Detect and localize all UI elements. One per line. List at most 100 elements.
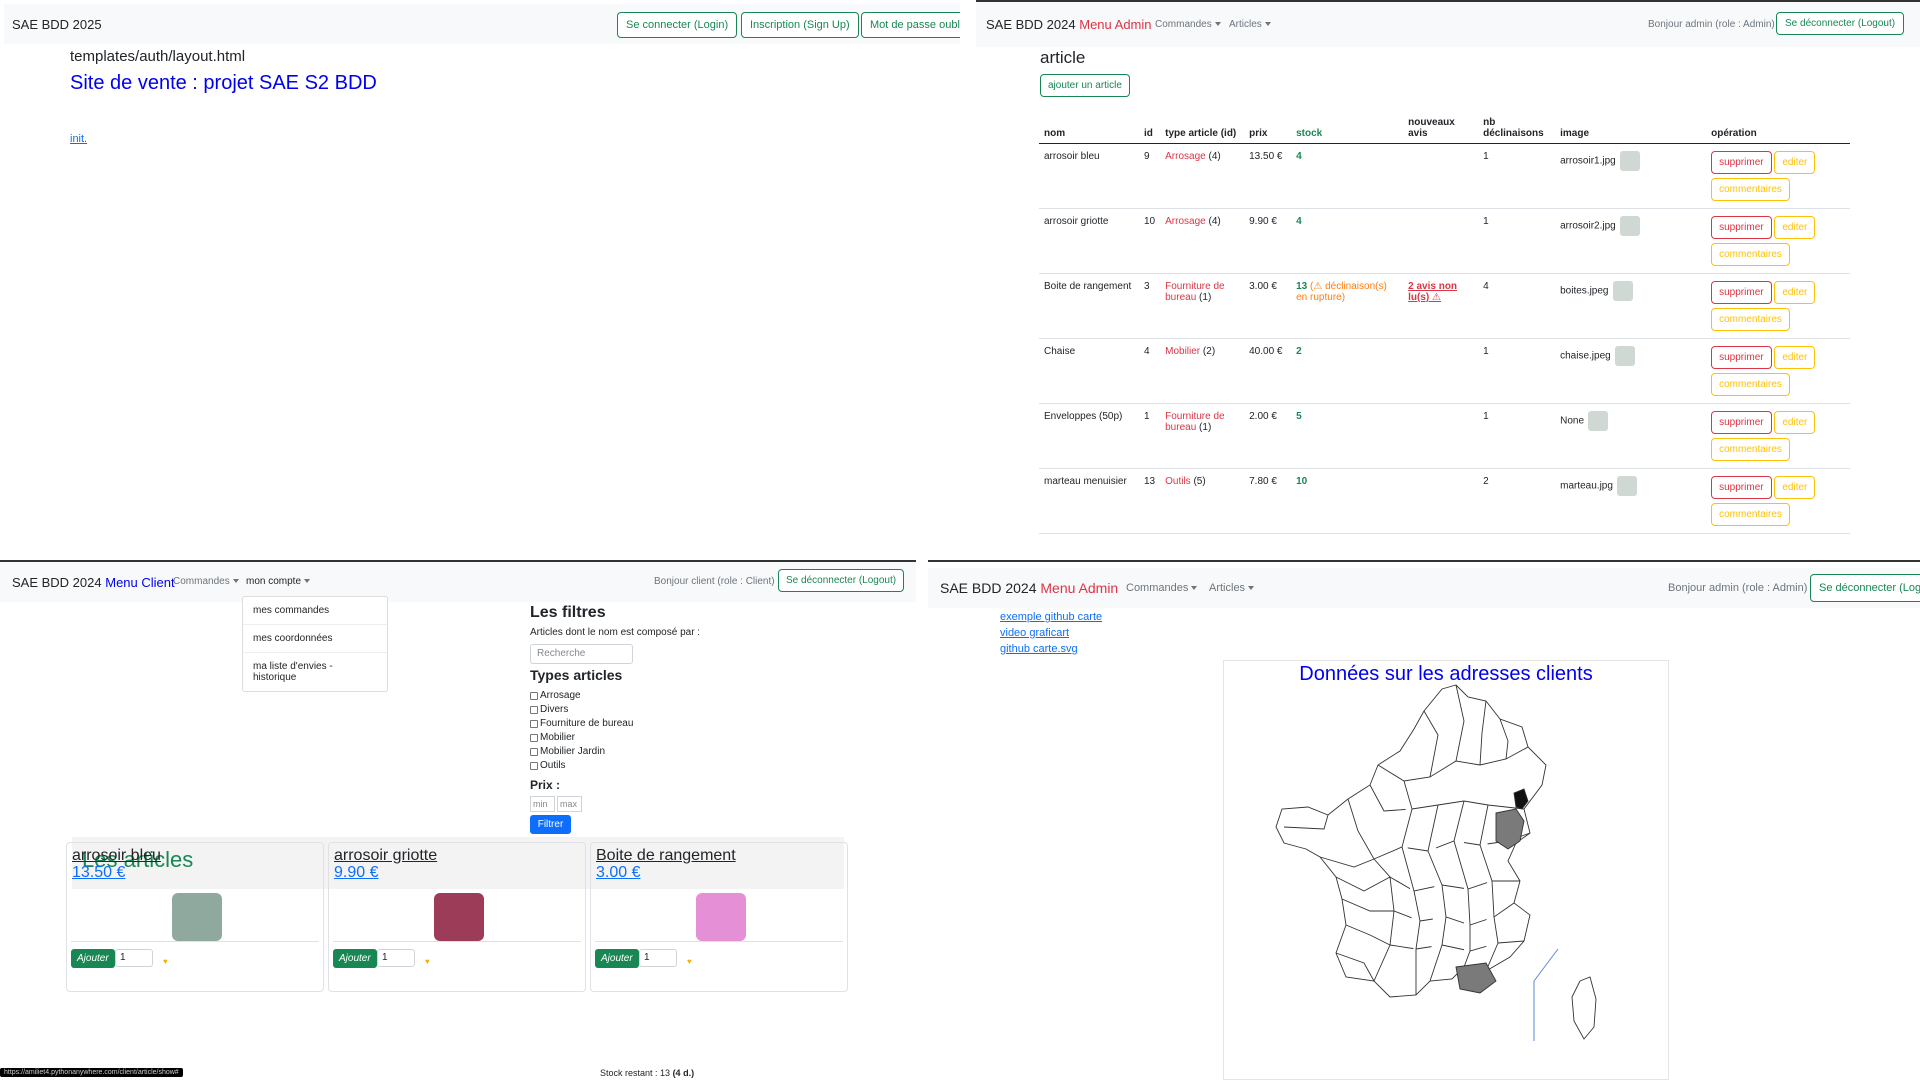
- article-price-link[interactable]: 3.00 €: [596, 864, 640, 882]
- github-map-example-link[interactable]: exemple github carte: [1000, 611, 1102, 623]
- image-filename: boites.jpeg: [1560, 285, 1609, 297]
- table-row: arrosoir bleu 9 Arrosage (4) 13.50 €4 1 arro…: [1039, 143, 1850, 209]
- article-price-link[interactable]: 13.50 €: [72, 864, 125, 882]
- france-departments-map[interactable]: [1224, 681, 1670, 1080]
- logout-button[interactable]: Se déconnecter (Logout): [1810, 574, 1920, 602]
- menu-item-orders[interactable]: mes commandes: [243, 597, 387, 625]
- delete-button[interactable]: supprimer: [1711, 476, 1772, 499]
- delete-button[interactable]: supprimer: [1711, 411, 1772, 434]
- max-placeholder: max: [560, 799, 578, 809]
- cell-avis: [1403, 533, 1479, 540]
- heart-icon[interactable]: ♥: [687, 957, 692, 966]
- type-link[interactable]: Arrosage: [1165, 216, 1206, 227]
- table-row: marteau menuisier 13 Outils (5) 7.80 €10 2m…: [1039, 468, 1850, 534]
- add-to-cart-button[interactable]: Ajouter: [595, 949, 639, 968]
- init-link[interactable]: init.: [70, 133, 87, 145]
- delete-button[interactable]: supprimer: [1711, 216, 1772, 239]
- article-price-link[interactable]: 9.90 €: [334, 864, 378, 882]
- menu-item-wishlist[interactable]: ma liste d'envies - historique: [243, 653, 387, 691]
- article-card: arrosoir griotte 9.90 € Ajouter 1 ♥: [328, 842, 586, 992]
- checkbox[interactable]: [530, 719, 538, 728]
- stock-value: 4: [1296, 151, 1302, 162]
- unread-reviews-link[interactable]: 2 avis non lu(s) ⚠: [1408, 281, 1457, 303]
- add-to-cart-button[interactable]: Ajouter: [71, 949, 115, 968]
- highlighted-region-jura[interactable]: [1495, 808, 1525, 850]
- checkbox[interactable]: [530, 733, 538, 742]
- delete-button[interactable]: supprimer: [1711, 346, 1772, 369]
- card-divider: [71, 941, 319, 942]
- login-button[interactable]: Se connecter (Login): [617, 12, 738, 38]
- checkbox[interactable]: [530, 705, 538, 714]
- type-filter-option[interactable]: Divers: [530, 704, 633, 715]
- edit-button[interactable]: editer: [1774, 216, 1816, 239]
- edit-button[interactable]: editer: [1774, 346, 1816, 369]
- cell-operation: supprimer editer commentaires: [1706, 403, 1850, 469]
- type-filter-option[interactable]: Mobilier: [530, 732, 633, 743]
- comments-button[interactable]: commentaires: [1711, 308, 1790, 331]
- price-max-input[interactable]: max: [557, 796, 582, 812]
- logout-button[interactable]: Se déconnecter (Logout): [1776, 12, 1905, 35]
- edit-button[interactable]: editer: [1774, 151, 1816, 174]
- filter-button[interactable]: Filtrer: [530, 815, 571, 834]
- quantity-input[interactable]: 1: [377, 949, 415, 967]
- nav-commandes[interactable]: Commandes: [173, 576, 239, 587]
- comments-button[interactable]: commentaires: [1711, 438, 1790, 461]
- edit-button[interactable]: editer: [1774, 281, 1816, 304]
- type-link[interactable]: Arrosage: [1165, 151, 1206, 162]
- type-link[interactable]: Mobilier: [1165, 346, 1200, 357]
- search-input[interactable]: Recherche: [530, 644, 633, 664]
- checkbox[interactable]: [530, 691, 538, 700]
- logout-button[interactable]: Se déconnecter (Logout): [778, 569, 905, 592]
- cell-image: perceuse.jpg: [1555, 533, 1707, 540]
- type-filter-option[interactable]: Outils: [530, 760, 633, 771]
- heart-icon[interactable]: ♥: [163, 957, 168, 966]
- add-article-button[interactable]: ajouter un article: [1040, 74, 1130, 97]
- nav-commandes[interactable]: Commandes: [1126, 582, 1198, 594]
- video-link[interactable]: video graficart: [1000, 627, 1069, 639]
- article-card: arrosoir bleu 13.50 € Ajouter 1 ♥: [66, 842, 324, 992]
- checkbox[interactable]: [530, 761, 538, 770]
- comments-button[interactable]: commentaires: [1711, 373, 1790, 396]
- col-id: id: [1139, 113, 1161, 144]
- article-name-link[interactable]: Boite de rangement: [596, 847, 736, 865]
- type-label: Outils: [540, 760, 566, 771]
- nav-articles[interactable]: Articles: [1209, 582, 1255, 594]
- edit-button[interactable]: editer: [1774, 476, 1816, 499]
- nav-articles[interactable]: Articles: [1229, 19, 1271, 30]
- type-link[interactable]: Outils: [1165, 476, 1191, 487]
- type-filter-option[interactable]: Arrosage: [530, 690, 633, 701]
- comments-button[interactable]: commentaires: [1711, 178, 1790, 201]
- menu-label: Menu Admin: [1040, 580, 1119, 596]
- heart-icon[interactable]: ♥: [425, 957, 430, 966]
- quantity-input[interactable]: 1: [639, 949, 677, 967]
- cell-nb: 2: [1478, 468, 1556, 534]
- comments-button[interactable]: commentaires: [1711, 503, 1790, 526]
- github-svg-link[interactable]: github carte.svg: [1000, 643, 1078, 655]
- brand[interactable]: SAE BDD 2024 Menu Admin: [940, 580, 1118, 596]
- quantity-input[interactable]: 1: [115, 949, 153, 967]
- delete-button[interactable]: supprimer: [1711, 151, 1772, 174]
- checkbox[interactable]: [530, 747, 538, 756]
- type-link[interactable]: Fourniture de bureau: [1165, 281, 1224, 303]
- nav-mon-compte[interactable]: mon compte: [246, 576, 311, 587]
- comments-button[interactable]: commentaires: [1711, 243, 1790, 266]
- menu-item-details[interactable]: mes coordonnées: [243, 625, 387, 653]
- signup-button[interactable]: Inscription (Sign Up): [741, 12, 859, 38]
- forgot-password-button[interactable]: Mot de passe oublié: [861, 12, 960, 38]
- brand[interactable]: SAE BDD 2024 Menu Admin: [986, 17, 1152, 32]
- article-name-link[interactable]: arrosoir bleu: [72, 847, 161, 865]
- type-link[interactable]: Fourniture de bureau: [1165, 411, 1224, 433]
- add-to-cart-button[interactable]: Ajouter: [333, 949, 377, 968]
- brand[interactable]: SAE BDD 2024 Menu Client: [12, 575, 175, 590]
- delete-button[interactable]: supprimer: [1711, 281, 1772, 304]
- type-filter-option[interactable]: Fourniture de bureau: [530, 718, 633, 729]
- type-label: Arrosage: [540, 690, 581, 701]
- nav-commandes[interactable]: Commandes: [1155, 19, 1221, 30]
- type-filter-option[interactable]: Mobilier Jardin: [530, 746, 633, 757]
- article-name-link[interactable]: arrosoir griotte: [334, 847, 437, 865]
- edit-button[interactable]: editer: [1774, 411, 1816, 434]
- brand[interactable]: SAE BDD 2025: [12, 17, 102, 32]
- price-min-input[interactable]: min: [530, 796, 555, 812]
- cell-operation: supprimer editer commentaires: [1706, 208, 1850, 274]
- cell-type: Arrosage (4): [1160, 208, 1245, 274]
